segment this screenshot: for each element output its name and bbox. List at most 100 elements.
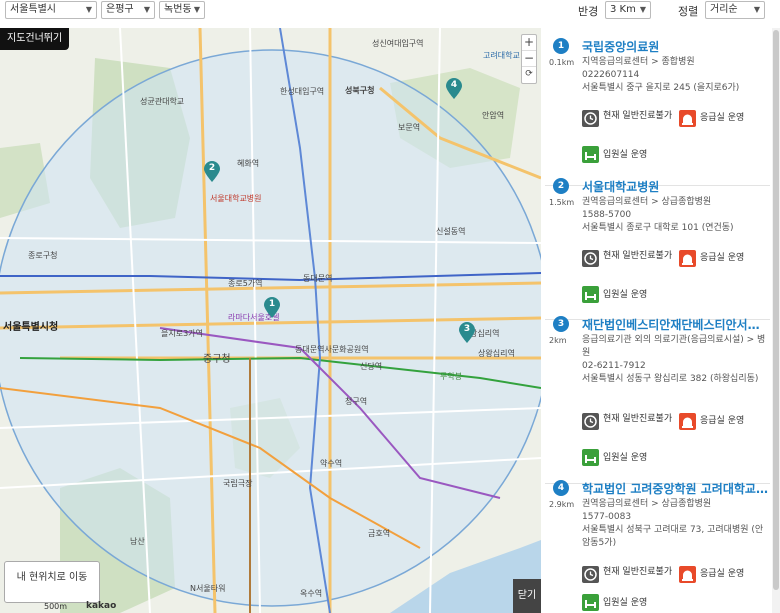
map-label: 종로5가역 [228, 279, 263, 288]
map-provider-logo: kakao [86, 601, 117, 611]
map-label: 보문역 [398, 123, 421, 132]
map-label: 서울특별시청 [3, 322, 59, 333]
map-label: 을지로3가역 [161, 329, 203, 338]
map-label: 국립극장 [223, 479, 253, 488]
hospital-type: 권역응급의료센터 > 상급종합병원 [582, 197, 712, 207]
map-pin-4[interactable]: 4 [445, 78, 463, 100]
bed-icon [582, 146, 599, 163]
hospital-list: 1 0.1km 국립중앙의료원 지역응급의료센터 > 종합병원 02226071… [545, 28, 770, 613]
gu-select[interactable]: 은평구 ▼ [101, 1, 155, 19]
zoom-control: + − ⟳ [521, 34, 537, 84]
chevron-down-icon: ▼ [193, 5, 200, 14]
map-label: 약수역 [320, 459, 343, 468]
map-label: 동대문역 [303, 274, 333, 283]
status-hours: 현재 일반진료불가 [603, 111, 673, 121]
hospital-type: 지역응급의료센터 > 종합병원 [582, 57, 695, 67]
status-er: 응급실 운영 [700, 416, 745, 426]
map-label: 한성대입구역 [280, 87, 325, 96]
emergency-light-icon [679, 413, 696, 430]
hospital-name[interactable]: 국립중앙의료원 [582, 38, 770, 55]
hospital-phone: 1577-0083 [582, 512, 632, 522]
emergency-light-icon [679, 110, 696, 127]
map-label: 성북구청 [345, 86, 375, 95]
map-view[interactable]: 서울특별시청 종로구청 성북구청 서울대학교병원 혜화역 동대문역 종로5가역 … [0, 28, 541, 613]
hospital-number: 1 [553, 38, 569, 54]
hospital-distance: 2.9km [549, 500, 575, 509]
map-label: 서울대학교병원 [210, 194, 262, 203]
hospital-address: 서울특별시 성동구 왕십리로 382 (하왕십리동) [582, 374, 759, 384]
skip-map-button[interactable]: 지도건너뛰기 [0, 28, 70, 50]
close-map-button[interactable]: 닫기 [513, 579, 541, 613]
clock-icon [582, 413, 599, 430]
clock-icon [582, 566, 599, 583]
map-pin-3[interactable]: 3 [458, 322, 476, 344]
hospital-item-3[interactable]: 3 2km 재단법인베스티안재단베스티안서울병원 응급의료기관 외의 의료기관(… [545, 316, 770, 484]
emergency-light-icon [679, 250, 696, 267]
hospital-address: 서울특별시 성북구 고려대로 73, 고려대병원 (안암동5가) [582, 525, 764, 548]
sido-select[interactable]: 서울특별시 ▼ [5, 1, 97, 19]
map-label: 동대문역사문화공원역 [295, 345, 369, 354]
bed-icon [582, 449, 599, 466]
reset-map-button[interactable]: ⟳ [522, 67, 536, 83]
bed-icon [582, 286, 599, 303]
status-er: 응급실 운영 [700, 113, 745, 123]
hospital-phone: 1588-5700 [582, 210, 632, 220]
map-label: 신당역 [360, 362, 383, 371]
clock-icon [582, 110, 599, 127]
radius-select[interactable]: 3 Km ▼ [605, 1, 651, 19]
map-scale: 500m [44, 602, 68, 611]
list-scrollbar[interactable] [772, 28, 780, 613]
chevron-down-icon: ▼ [639, 5, 646, 14]
map-label: 무학봉 [440, 372, 463, 381]
hospital-number: 2 [553, 178, 569, 194]
current-location-button[interactable]: 내 현위치로 이동 [4, 561, 100, 603]
hospital-item-4[interactable]: 4 2.9km 학교법인 고려중앙학원 고려대학교의과대학부속병원 권역응급의료… [545, 480, 770, 613]
map-label: 신설동역 [436, 227, 466, 236]
hospital-address: 서울특별시 종로구 대학로 101 (연건동) [582, 223, 734, 233]
map-label: 성신여대입구역 [372, 39, 424, 48]
zoom-in-button[interactable]: + [522, 35, 536, 51]
scrollbar-thumb[interactable] [773, 30, 779, 590]
zoom-out-button[interactable]: − [522, 51, 536, 67]
map-label: 안암역 [482, 111, 505, 120]
status-hours: 현재 일반진료불가 [603, 414, 673, 424]
map-pin-2[interactable]: 2 [203, 161, 221, 183]
status-er: 응급실 운영 [700, 253, 745, 263]
map-label: 고려대학교 [483, 51, 520, 60]
clock-icon [582, 250, 599, 267]
hospital-number: 4 [553, 480, 569, 496]
map-label: 종로구청 [28, 251, 58, 260]
filter-bar: 서울특별시 ▼ 은평구 ▼ 녹번동 ▼ 반경 3 Km ▼ 정렬 거리순 ▼ [0, 0, 780, 22]
map-label: 옥수역 [300, 589, 323, 598]
hospital-name[interactable]: 서울대학교병원 [582, 178, 770, 195]
hospital-name[interactable]: 재단법인베스티안재단베스티안서울병원 [582, 316, 770, 333]
emergency-light-icon [679, 566, 696, 583]
hospital-type: 응급의료기관 외의 의료기관(응급의료시설) > 병원 [582, 335, 766, 358]
hospital-distance: 0.1km [549, 58, 575, 67]
map-label: 금호역 [368, 529, 391, 538]
hospital-address: 서울특별시 중구 을지로 245 (을지로6가) [582, 83, 740, 93]
hospital-distance: 1.5km [549, 198, 575, 207]
dong-select[interactable]: 녹번동 ▼ [159, 1, 205, 19]
status-ward: 입원실 운영 [603, 150, 648, 160]
sort-select[interactable]: 거리순 ▼ [705, 1, 765, 19]
map-label: 상왕십리역 [478, 349, 515, 358]
hospital-distance: 2km [549, 336, 567, 345]
status-ward: 입원실 운영 [603, 453, 648, 463]
hospital-name[interactable]: 학교법인 고려중앙학원 고려대학교의과대학부속병원 [582, 480, 770, 497]
map-label: N서울타워 [190, 584, 226, 593]
map-label: 중구청 [203, 354, 231, 365]
hospital-item-2[interactable]: 2 1.5km 서울대학교병원 권역응급의료센터 > 상급종합병원 1588-5… [545, 178, 770, 320]
bed-icon [582, 594, 599, 611]
sort-label: 정렬 [678, 5, 699, 18]
hospital-item-1[interactable]: 1 0.1km 국립중앙의료원 지역응급의료센터 > 종합병원 02226071… [545, 36, 770, 186]
chevron-down-icon: ▼ [753, 5, 760, 14]
map-pin-1[interactable]: 1 [263, 297, 281, 319]
status-ward: 입원실 운영 [603, 598, 648, 608]
status-hours: 현재 일반진료불가 [603, 567, 673, 577]
status-ward: 입원실 운영 [603, 290, 648, 300]
chevron-down-icon: ▼ [143, 5, 150, 14]
hospital-phone: 0222607114 [582, 70, 640, 80]
status-hours: 현재 일반진료불가 [603, 251, 673, 261]
hospital-number: 3 [553, 316, 569, 332]
